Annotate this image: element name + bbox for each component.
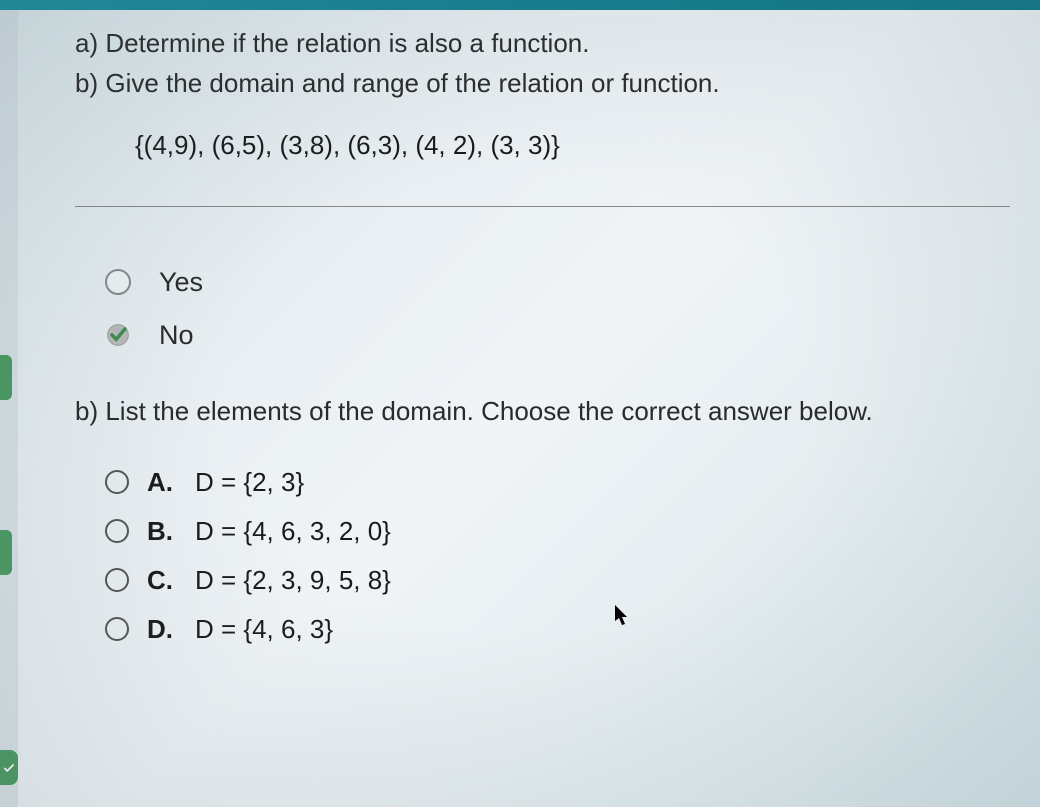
option-label: Yes: [159, 267, 203, 298]
part-a-options: Yes No: [105, 267, 1010, 351]
radio-icon: [105, 470, 129, 494]
question-part-a: a) Determine if the relation is also a f…: [75, 25, 1010, 61]
option-text: D = {2, 3, 9, 5, 8}: [195, 565, 391, 596]
option-no[interactable]: No: [105, 320, 1010, 351]
progress-indicator: [0, 355, 12, 400]
part-b-prompt: b) List the elements of the domain. Choo…: [75, 396, 1010, 427]
option-d[interactable]: D. D = {4, 6, 3}: [105, 614, 1010, 645]
option-yes[interactable]: Yes: [105, 267, 1010, 298]
question-part-b: b) Give the domain and range of the rela…: [75, 65, 1010, 101]
option-b[interactable]: B. D = {4, 6, 3, 2, 0}: [105, 516, 1010, 547]
option-text: D = {4, 6, 3, 2, 0}: [195, 516, 391, 547]
window-top-border: [0, 0, 1040, 10]
option-text: D = {4, 6, 3}: [195, 614, 333, 645]
radio-icon: [105, 269, 131, 295]
part-b-options: A. D = {2, 3} B. D = {4, 6, 3, 2, 0} C. …: [105, 467, 1010, 645]
option-label: No: [159, 320, 194, 351]
option-letter: B.: [147, 516, 177, 547]
left-sidebar: [0, 10, 18, 807]
option-letter: A.: [147, 467, 177, 498]
radio-checked-icon: [105, 322, 131, 348]
checkmark-indicator: [0, 750, 18, 785]
option-text: D = {2, 3}: [195, 467, 304, 498]
option-a[interactable]: A. D = {2, 3}: [105, 467, 1010, 498]
option-c[interactable]: C. D = {2, 3, 9, 5, 8}: [105, 565, 1010, 596]
radio-icon: [105, 617, 129, 641]
radio-icon: [105, 519, 129, 543]
option-letter: D.: [147, 614, 177, 645]
option-letter: C.: [147, 565, 177, 596]
progress-indicator: [0, 530, 12, 575]
question-content: a) Determine if the relation is also a f…: [75, 25, 1010, 663]
cursor-icon: [615, 605, 631, 633]
radio-icon: [105, 568, 129, 592]
relation-set: {(4,9), (6,5), (3,8), (6,3), (4, 2), (3,…: [135, 130, 1010, 161]
divider: [75, 206, 1010, 207]
